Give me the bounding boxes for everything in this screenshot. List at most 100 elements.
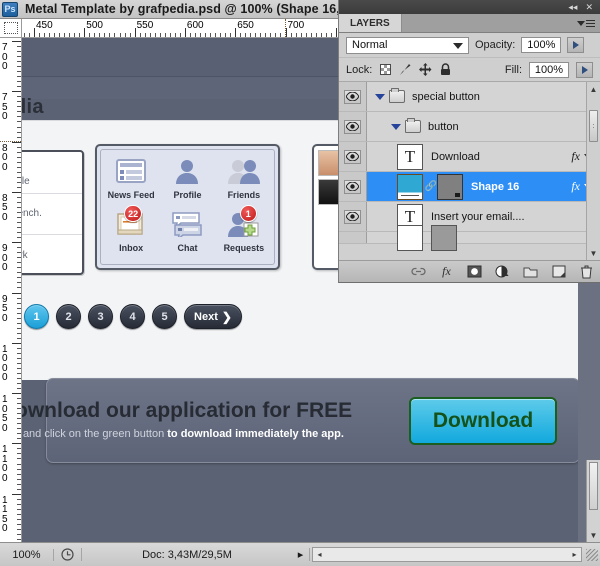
ruler-tick [17, 372, 21, 374]
ruler-tick [305, 33, 307, 37]
page-button-2[interactable]: 2 [56, 304, 81, 329]
layer-name: Shape 16 [471, 180, 520, 193]
ruler-tick [17, 523, 21, 525]
scroll-left-arrow-icon[interactable]: ◂ [313, 550, 326, 559]
next-page-button[interactable]: Next ❯ [184, 304, 242, 329]
layer-row-shape-16[interactable]: 🔗 Shape 16 fx [339, 172, 600, 202]
ruler-tick [17, 378, 21, 379]
panel-menu-icon[interactable] [577, 18, 595, 29]
ruler-tick [17, 176, 21, 178]
chevron-down-icon [453, 42, 463, 49]
widget-cell-chat[interactable]: Chat [159, 207, 215, 260]
disclosure-triangle-icon[interactable] [391, 123, 401, 130]
widget-cell-requests[interactable]: 1 Requests [216, 205, 272, 260]
download-button[interactable]: Download [409, 397, 557, 445]
fill-slider-button[interactable] [576, 61, 593, 78]
layer-effects-icon[interactable]: fx [571, 149, 580, 164]
new-adjustment-layer-icon[interactable] [495, 264, 510, 279]
scroll-down-arrow-icon[interactable]: ▼ [587, 246, 600, 260]
layer-row-download[interactable]: T Download fx [339, 142, 600, 172]
opacity-input[interactable]: 100% [521, 37, 562, 53]
lock-transparency-icon[interactable] [379, 63, 392, 76]
widget-cell-inbox[interactable]: 22 Inbox [103, 205, 159, 260]
scroll-right-arrow-icon[interactable]: ▸ [568, 550, 581, 559]
lock-position-icon[interactable] [419, 63, 432, 76]
ruler-tick [17, 362, 21, 364]
add-layer-style-icon[interactable]: fx [439, 264, 454, 279]
collapse-panel-icon[interactable]: ◂◂ [568, 2, 577, 13]
lock-all-icon[interactable] [439, 63, 452, 76]
layer-row-button[interactable]: button [339, 112, 600, 142]
ruler-tick [17, 458, 21, 460]
layer-visibility-toggle[interactable] [339, 82, 367, 111]
close-panel-icon[interactable]: ✕ [585, 2, 593, 13]
layer-visibility-toggle[interactable] [339, 172, 367, 201]
canvas-vertical-scrollbar[interactable]: ▼ [586, 460, 600, 542]
page-button-3[interactable]: 3 [88, 304, 113, 329]
add-layer-mask-icon[interactable] [467, 264, 482, 279]
requests-icon: 1 [227, 205, 261, 241]
vertical-ruler[interactable]: 700 750 800 850 900 950 1000 1050 1100 1150 [0, 38, 22, 542]
layer-content[interactable]: special button [367, 82, 600, 111]
opacity-slider-button[interactable] [567, 37, 585, 53]
scrollbar-thumb[interactable] [589, 110, 598, 142]
layer-effects-icon[interactable]: fx [571, 179, 580, 194]
blend-opacity-row: Normal Opacity: 100% [339, 33, 600, 58]
delete-layer-icon[interactable] [579, 264, 594, 279]
canvas-horizontal-scrollbar[interactable]: ◂ ||| ▸ [312, 547, 582, 562]
clock-icon[interactable] [54, 548, 82, 561]
page-button-1[interactable]: 1 [24, 304, 49, 329]
layer-visibility-toggle[interactable] [339, 232, 367, 243]
new-layer-icon[interactable] [551, 264, 566, 279]
widget-cell-friends[interactable]: Friends [216, 154, 272, 207]
scroll-down-arrow-icon[interactable]: ▼ [587, 531, 600, 540]
promo-headline: ownload our application for FREE [22, 399, 353, 422]
ruler-corner[interactable] [0, 19, 22, 38]
ruler-tick [220, 33, 222, 37]
eye-icon [344, 119, 361, 134]
ruler-tick [17, 533, 21, 535]
new-group-icon[interactable] [523, 264, 538, 279]
page-button-5[interactable]: 5 [152, 304, 177, 329]
layers-scrollbar[interactable]: ▲ ▼ [586, 82, 600, 260]
layer-content[interactable]: 🔗 Shape 16 fx [367, 172, 600, 201]
tab-layers[interactable]: LAYERS [339, 14, 402, 32]
ruler-tick [17, 196, 21, 198]
ruler-tick [17, 282, 21, 284]
widget-cell-news-feed[interactable]: News Feed [103, 154, 159, 207]
widget-cell-profile[interactable]: Profile [159, 154, 215, 207]
ruler-tick [17, 156, 21, 158]
layer-visibility-toggle[interactable] [339, 202, 367, 231]
scrollbar-thumb[interactable] [589, 462, 598, 510]
layer-content[interactable]: T Download fx [367, 142, 600, 171]
ruler-tick [129, 33, 131, 37]
layer-row-special-button[interactable]: special button [339, 82, 600, 112]
folder-icon [389, 88, 405, 103]
lock-image-icon[interactable] [399, 63, 412, 76]
layer-row-insert-your-email[interactable]: T Insert your email.... [339, 202, 600, 232]
fill-input[interactable]: 100% [529, 61, 569, 78]
page-button-4[interactable]: 4 [120, 304, 145, 329]
ruler-tick [17, 332, 21, 334]
layer-content[interactable] [367, 224, 600, 251]
zoom-level[interactable]: 100% [0, 548, 54, 561]
resize-grip-icon[interactable] [586, 548, 598, 561]
blend-mode-select[interactable]: Normal [346, 36, 469, 54]
ruler-tick [23, 33, 25, 37]
ruler-tick [17, 212, 21, 214]
ruler-tick [225, 33, 227, 37]
link-layers-icon[interactable] [411, 264, 426, 279]
ruler-tick [17, 76, 21, 78]
scroll-up-arrow-icon[interactable]: ▲ [587, 82, 600, 96]
ruler-tick [12, 292, 21, 294]
ruler-label: 950 [2, 293, 8, 324]
layer-visibility-toggle[interactable] [339, 112, 367, 141]
layer-row-partial[interactable] [339, 224, 600, 251]
layer-visibility-toggle[interactable] [339, 142, 367, 171]
status-menu-arrow-icon[interactable]: ▸ [292, 548, 310, 561]
layer-content[interactable]: button [367, 112, 600, 141]
layer-list[interactable]: special button button T Download fx 🔗 Sh… [339, 82, 600, 260]
ruler-tick [17, 71, 21, 73]
link-mask-icon[interactable]: 🔗 [425, 181, 437, 192]
disclosure-triangle-icon[interactable] [375, 93, 385, 100]
